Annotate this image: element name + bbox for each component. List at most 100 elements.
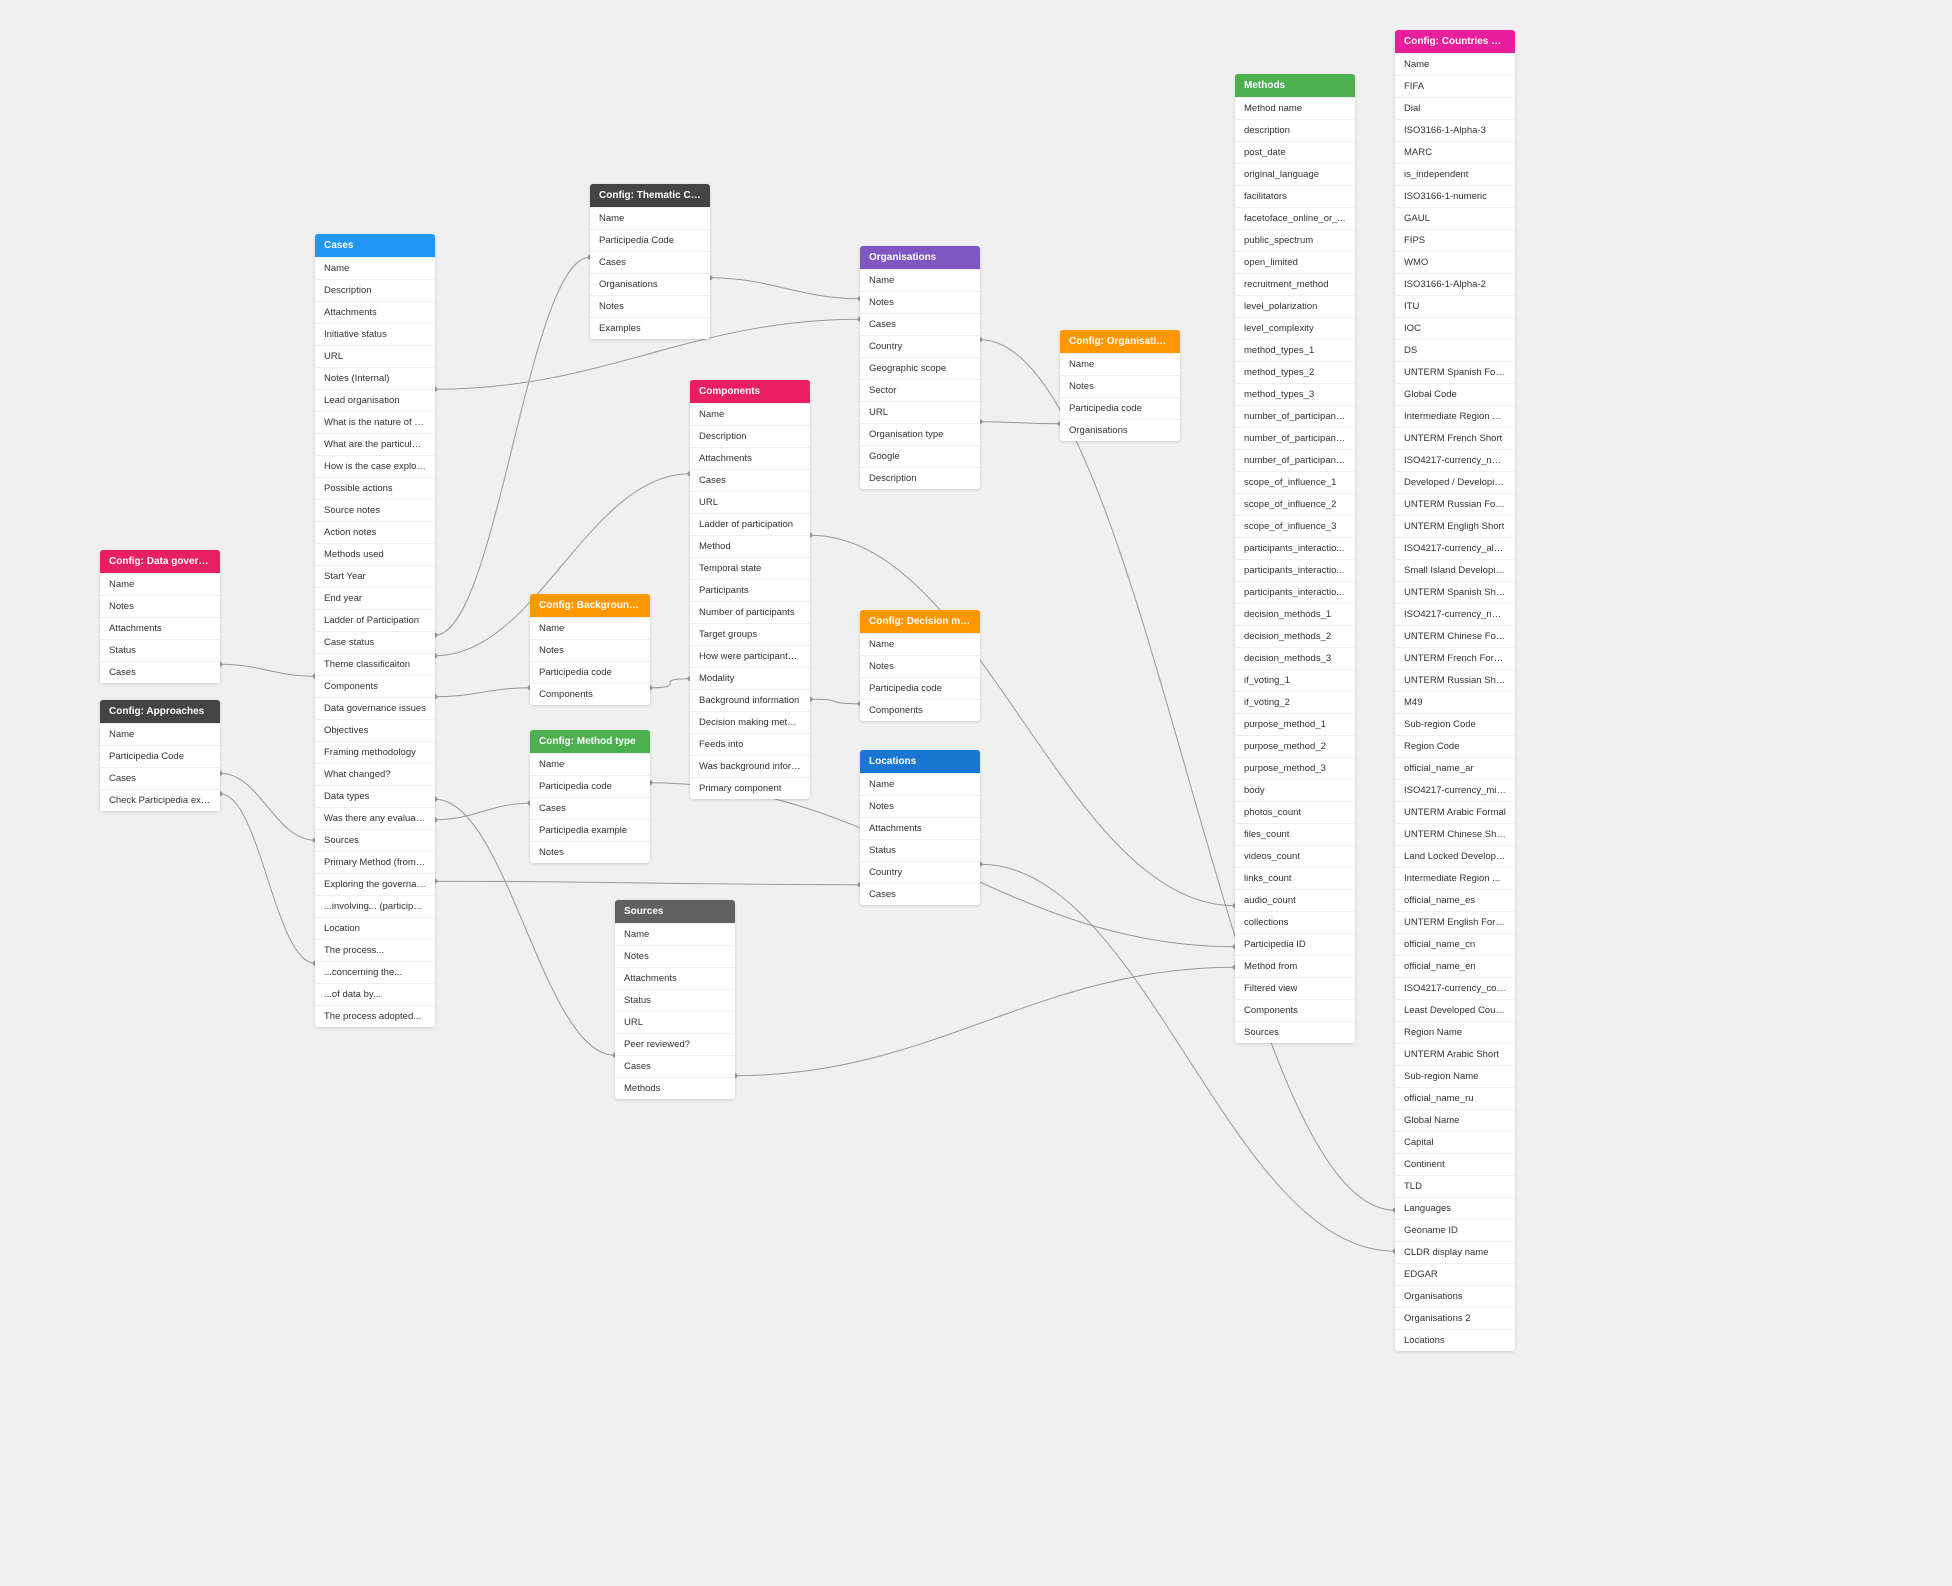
table-field[interactable]: ISO4217-currency_cou...: [1395, 977, 1515, 999]
table-field[interactable]: Attachments: [690, 447, 810, 469]
table-field[interactable]: photos_count: [1235, 801, 1355, 823]
table-field[interactable]: EDGAR: [1395, 1263, 1515, 1285]
table-field[interactable]: URL: [860, 401, 980, 423]
table-field[interactable]: Region Code: [1395, 735, 1515, 757]
table-field[interactable]: Description: [860, 467, 980, 489]
table-header[interactable]: Sources: [615, 900, 735, 923]
table-field[interactable]: Cases: [530, 797, 650, 819]
table-field[interactable]: CLDR display name: [1395, 1241, 1515, 1263]
table-field[interactable]: Notes: [590, 295, 710, 317]
table-field[interactable]: Was there any evaluation?: [315, 807, 435, 829]
table-field[interactable]: ...of data by...: [315, 983, 435, 1005]
table-field[interactable]: What are the particular ...: [315, 433, 435, 455]
table-field[interactable]: Organisations 2: [1395, 1307, 1515, 1329]
table-field[interactable]: Global Name: [1395, 1109, 1515, 1131]
table-field[interactable]: Name: [315, 257, 435, 279]
table-field[interactable]: Least Developed Countr...: [1395, 999, 1515, 1021]
table-field[interactable]: participants_interactio...: [1235, 559, 1355, 581]
table-field[interactable]: UNTERM French Formal: [1395, 647, 1515, 669]
table-field[interactable]: facetoface_online_or_...: [1235, 207, 1355, 229]
table-field[interactable]: What is the nature of th...: [315, 411, 435, 433]
table-field[interactable]: Ladder of Participation: [315, 609, 435, 631]
table-field[interactable]: Exploring the governanc...: [315, 873, 435, 895]
table-field[interactable]: decision_methods_3: [1235, 647, 1355, 669]
table-field[interactable]: Participedia Code: [590, 229, 710, 251]
table-field[interactable]: is_independent: [1395, 163, 1515, 185]
table-field[interactable]: Name: [590, 207, 710, 229]
table-field[interactable]: Components: [315, 675, 435, 697]
table-field[interactable]: ISO3166-1-Alpha-3: [1395, 119, 1515, 141]
table-field[interactable]: open_limited: [1235, 251, 1355, 273]
table-field[interactable]: Google: [860, 445, 980, 467]
table-field[interactable]: Decision making methods: [690, 711, 810, 733]
table-field[interactable]: FIPS: [1395, 229, 1515, 251]
table-field[interactable]: Name: [860, 633, 980, 655]
table-field[interactable]: URL: [615, 1011, 735, 1033]
table-field[interactable]: Name: [100, 723, 220, 745]
table-field[interactable]: What changed?: [315, 763, 435, 785]
table-countries[interactable]: Config: Countries & Re...NameFIFADialISO…: [1395, 30, 1515, 1351]
table-field[interactable]: Sub-region Name: [1395, 1065, 1515, 1087]
table-field[interactable]: Description: [690, 425, 810, 447]
table-field[interactable]: UNTERM Spanish Formal: [1395, 361, 1515, 383]
table-field[interactable]: Sector: [860, 379, 980, 401]
table-field[interactable]: files_count: [1235, 823, 1355, 845]
table-field[interactable]: Cases: [100, 661, 220, 683]
table-field[interactable]: ISO4217-currency_num...: [1395, 603, 1515, 625]
table-field[interactable]: facilitators: [1235, 185, 1355, 207]
table-field[interactable]: Intermediate Region ...: [1395, 867, 1515, 889]
table-field[interactable]: Notes: [860, 795, 980, 817]
table-field[interactable]: FIFA: [1395, 75, 1515, 97]
table-field[interactable]: Cases: [860, 313, 980, 335]
table-field[interactable]: Data types: [315, 785, 435, 807]
table-field[interactable]: audio_count: [1235, 889, 1355, 911]
table-field[interactable]: Background information: [690, 689, 810, 711]
table-field[interactable]: ...concerning the...: [315, 961, 435, 983]
table-field[interactable]: Global Code: [1395, 383, 1515, 405]
table-field[interactable]: Attachments: [315, 301, 435, 323]
table-field[interactable]: WMO: [1395, 251, 1515, 273]
table-field[interactable]: Cases: [615, 1055, 735, 1077]
diagram-canvas[interactable]: Config: Data governan...NameNotesAttachm…: [0, 0, 1952, 1586]
table-field[interactable]: Objectives: [315, 719, 435, 741]
table-field[interactable]: Notes (Internal): [315, 367, 435, 389]
table-field[interactable]: Methods: [615, 1077, 735, 1099]
table-field[interactable]: UNTERM Spanish Short: [1395, 581, 1515, 603]
table-field[interactable]: decision_methods_1: [1235, 603, 1355, 625]
table-header[interactable]: Cases: [315, 234, 435, 257]
table-field[interactable]: collections: [1235, 911, 1355, 933]
table-field[interactable]: UNTERM Engligh Short: [1395, 515, 1515, 537]
table-field[interactable]: Land Locked Developing...: [1395, 845, 1515, 867]
table-cases[interactable]: CasesNameDescriptionAttachmentsInitiativ…: [315, 234, 435, 1027]
table-field[interactable]: URL: [315, 345, 435, 367]
table-header[interactable]: Config: Method type: [530, 730, 650, 753]
table-data-gov[interactable]: Config: Data governan...NameNotesAttachm…: [100, 550, 220, 683]
table-field[interactable]: decision_methods_2: [1235, 625, 1355, 647]
table-field[interactable]: UNTERM Arabic Formal: [1395, 801, 1515, 823]
table-field[interactable]: Temporal state: [690, 557, 810, 579]
table-field[interactable]: official_name_en: [1395, 955, 1515, 977]
table-field[interactable]: UNTERM English Formal: [1395, 911, 1515, 933]
table-field[interactable]: Number of participants: [690, 601, 810, 623]
table-field[interactable]: UNTERM French Short: [1395, 427, 1515, 449]
table-field[interactable]: How were participants r...: [690, 645, 810, 667]
table-field[interactable]: Participants: [690, 579, 810, 601]
table-field[interactable]: number_of_participants_3: [1235, 449, 1355, 471]
table-field[interactable]: UNTERM Arabic Short: [1395, 1043, 1515, 1065]
table-field[interactable]: official_name_ar: [1395, 757, 1515, 779]
table-field[interactable]: Name: [100, 573, 220, 595]
table-field[interactable]: Participedia code: [530, 661, 650, 683]
table-field[interactable]: purpose_method_2: [1235, 735, 1355, 757]
table-field[interactable]: Notes: [860, 655, 980, 677]
table-field[interactable]: Components: [1235, 999, 1355, 1021]
table-field[interactable]: links_count: [1235, 867, 1355, 889]
table-field[interactable]: Cases: [860, 883, 980, 905]
table-field[interactable]: Ladder of participation: [690, 513, 810, 535]
table-field[interactable]: M49: [1395, 691, 1515, 713]
table-field[interactable]: Check Participedia exa...: [100, 789, 220, 811]
table-field[interactable]: videos_count: [1235, 845, 1355, 867]
table-header[interactable]: Config: Thematic Class...: [590, 184, 710, 207]
table-header[interactable]: Components: [690, 380, 810, 403]
table-field[interactable]: The process adopted...: [315, 1005, 435, 1027]
table-field[interactable]: Sub-region Code: [1395, 713, 1515, 735]
